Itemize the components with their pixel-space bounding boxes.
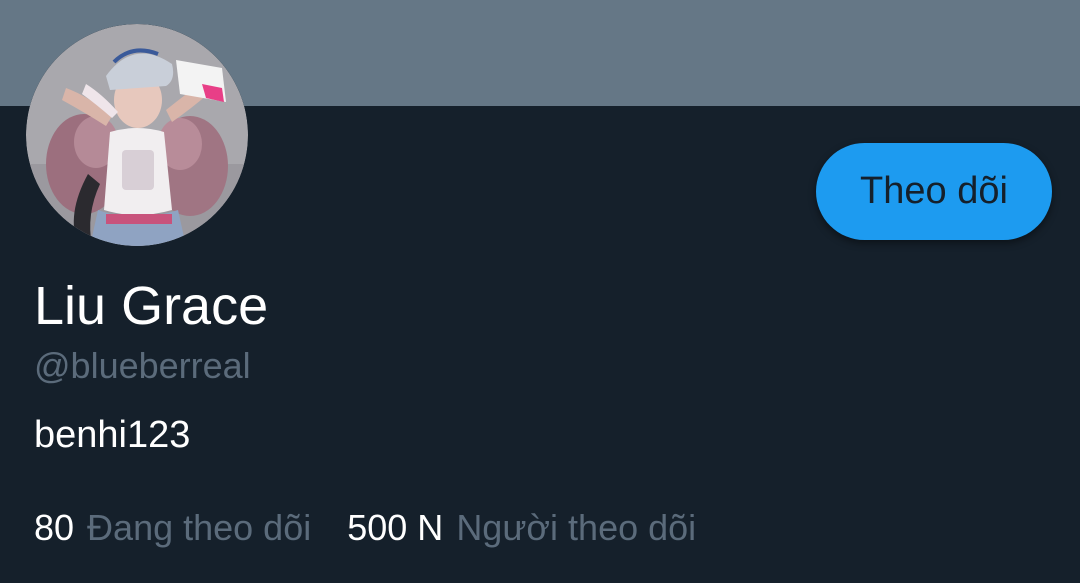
profile-page: Theo dõi Liu Grace @blueberreal benhi123… xyxy=(0,0,1080,583)
follow-stats: 80 Đang theo dõi 500 N Người theo dõi xyxy=(34,506,696,550)
followers-link[interactable]: 500 N Người theo dõi xyxy=(347,506,696,550)
followers-label: Người theo dõi xyxy=(456,507,697,548)
following-label: Đang theo dõi xyxy=(87,507,312,548)
followers-count: 500 N xyxy=(347,507,444,548)
username-handle: @blueberreal xyxy=(34,345,251,386)
profile-bio: benhi123 xyxy=(34,414,191,456)
following-link[interactable]: 80 Đang theo dõi xyxy=(34,506,311,550)
avatar-photo-icon xyxy=(26,24,248,246)
follow-button[interactable]: Theo dõi xyxy=(816,143,1052,240)
avatar[interactable] xyxy=(26,24,248,246)
following-count: 80 xyxy=(34,507,75,548)
display-name: Liu Grace xyxy=(34,276,269,336)
